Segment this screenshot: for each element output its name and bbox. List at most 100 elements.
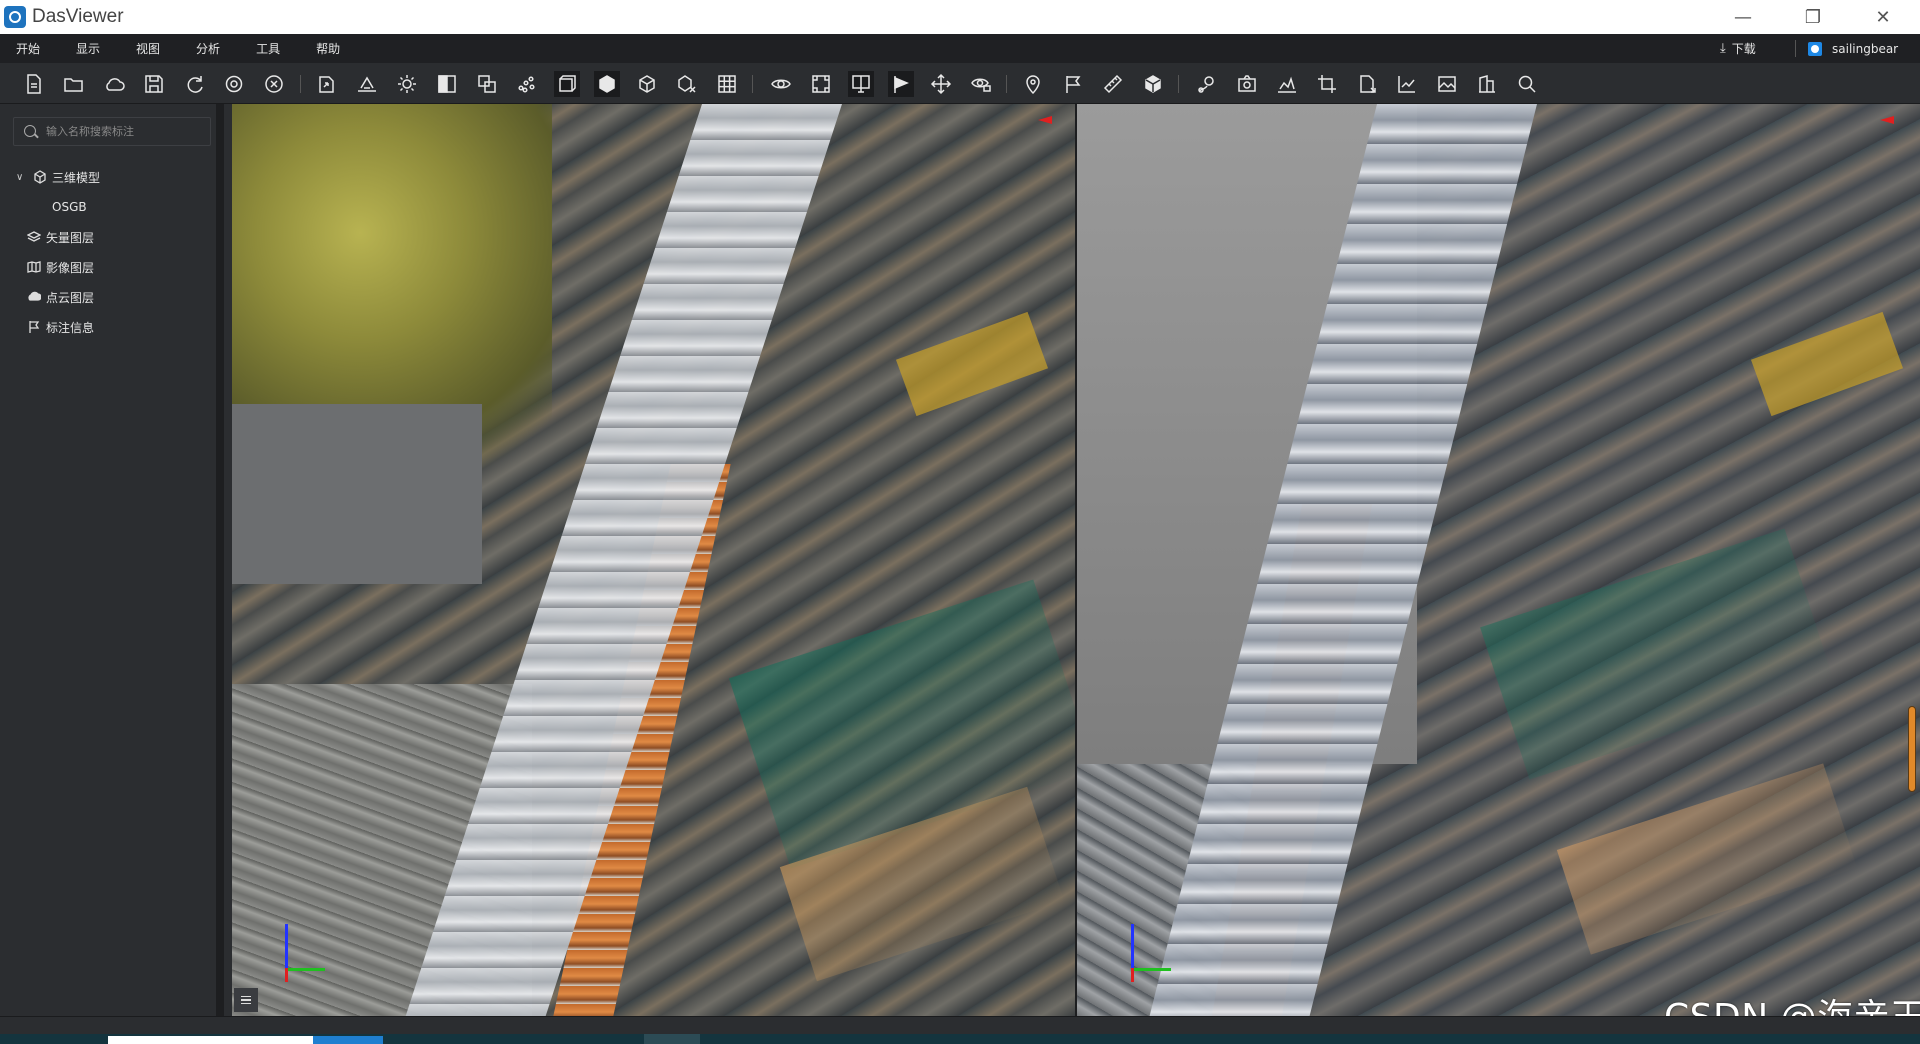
menu-display[interactable]: 显示 (76, 40, 100, 57)
tree-item-label: 标注信息 (46, 320, 95, 335)
vector-layer-icon (26, 229, 42, 245)
compass-icon[interactable] (1880, 116, 1894, 124)
refresh-icon[interactable] (181, 71, 207, 97)
download-button[interactable]: ⤓ 下载 (1720, 34, 1756, 63)
close-circle-icon[interactable] (261, 71, 287, 97)
open-folder-icon[interactable] (61, 71, 87, 97)
minimize-icon[interactable]: — (1708, 0, 1778, 34)
shading-icon[interactable] (434, 71, 460, 97)
os-taskbar (0, 1034, 1920, 1044)
search-icon[interactable] (1514, 71, 1540, 97)
sky-patch (232, 404, 482, 584)
compass-icon[interactable] (1038, 116, 1052, 124)
menu-divider (1795, 40, 1796, 57)
zoom-slider-handle[interactable] (1908, 706, 1916, 792)
viewport-menu-button[interactable] (234, 988, 258, 1012)
camera-icon[interactable] (1234, 71, 1260, 97)
app-title: DasViewer (32, 6, 124, 27)
route-pin-icon[interactable] (1194, 71, 1220, 97)
toolbar-divider (300, 75, 301, 93)
menu-help[interactable]: 帮助 (316, 40, 340, 57)
sun-icon[interactable] (394, 71, 420, 97)
toolbar-divider (752, 75, 753, 93)
profile-icon[interactable] (1274, 71, 1300, 97)
menu-analysis[interactable]: 分析 (196, 40, 220, 57)
user-account[interactable]: sailingbear (1808, 34, 1898, 63)
toolbar-divider (1006, 75, 1007, 93)
location-pin-icon[interactable] (1020, 71, 1046, 97)
taskbar-item[interactable] (108, 1036, 313, 1044)
x-axis (1131, 968, 1134, 982)
box-view-icon[interactable] (554, 71, 580, 97)
chevron-down-icon[interactable]: ∨ (16, 172, 26, 183)
menu-start[interactable]: 开始 (16, 40, 40, 57)
tree-item-annotation[interactable]: 标注信息 (0, 312, 216, 342)
flag-play-icon[interactable] (888, 71, 914, 97)
menu-bar: 开始 显示 视图 分析 工具 帮助 ⤓ 下载 sailingbear (0, 34, 1920, 63)
grid-icon[interactable] (714, 71, 740, 97)
search-icon (22, 123, 40, 141)
crop-icon[interactable] (1314, 71, 1340, 97)
close-icon[interactable]: ✕ (1848, 0, 1918, 34)
y-axis (285, 968, 325, 971)
toolbar (0, 63, 1920, 104)
tree-item-label: 矢量图层 (46, 230, 95, 245)
x-axis (285, 968, 288, 982)
layers-icon[interactable] (474, 71, 500, 97)
list-icon (241, 996, 251, 1004)
image-icon[interactable] (1434, 71, 1460, 97)
annotation-icon (26, 319, 42, 335)
download-label: 下载 (1731, 42, 1756, 56)
download-icon: ⤓ (1720, 41, 1726, 56)
viewport-left[interactable] (232, 104, 1075, 1016)
building-icon[interactable] (1474, 71, 1500, 97)
search-input[interactable] (46, 125, 206, 138)
image-layer-icon (26, 259, 42, 275)
save-icon[interactable] (141, 71, 167, 97)
ruler-icon[interactable] (1100, 71, 1126, 97)
cloud-icon[interactable] (101, 71, 127, 97)
viewport-right[interactable] (1077, 104, 1920, 1016)
tree-item-vector-layer[interactable]: 矢量图层 (0, 222, 216, 252)
menu-view[interactable]: 视图 (136, 40, 160, 57)
y-axis (1131, 968, 1171, 971)
taskbar-item-active[interactable] (313, 1036, 383, 1044)
chart-export-icon[interactable] (1394, 71, 1420, 97)
point-cloud-icon[interactable] (514, 71, 540, 97)
tree-item-osgb[interactable]: OSGB (0, 192, 216, 222)
tree-item-label: 点云图层 (46, 290, 95, 305)
status-bar (0, 1016, 1920, 1034)
z-axis (1131, 924, 1134, 972)
new-file-icon[interactable] (21, 71, 47, 97)
move-icon[interactable] (928, 71, 954, 97)
tree-item-3d-model[interactable]: ∨ 三维模型 (0, 162, 216, 192)
z-axis (285, 924, 288, 972)
eye-lock-icon[interactable] (968, 71, 994, 97)
tree-item-image-layer[interactable]: 影像图层 (0, 252, 216, 282)
annotation-flag-icon[interactable] (1060, 71, 1086, 97)
doc-export-icon[interactable] (1354, 71, 1380, 97)
export-icon[interactable] (314, 71, 340, 97)
frame-icon[interactable] (808, 71, 834, 97)
tree-item-label: 三维模型 (52, 170, 101, 185)
restore-icon[interactable]: ❐ (1778, 0, 1848, 34)
tree-item-point-cloud-layer[interactable]: 点云图层 (0, 282, 216, 312)
app-logo-icon (4, 6, 26, 28)
cube-remove-icon[interactable] (674, 71, 700, 97)
split-view-icon[interactable] (848, 71, 874, 97)
eye-orbit-icon[interactable] (768, 71, 794, 97)
menu-tools[interactable]: 工具 (256, 40, 280, 57)
solid-cube-icon[interactable] (594, 71, 620, 97)
point-cloud-layer-icon (26, 289, 42, 305)
toolbar-divider (1178, 75, 1179, 93)
volume-cube-icon[interactable] (1140, 71, 1166, 97)
layer-tree: ∨ 三维模型 OSGB 矢量图层 影像图层 点云图层 标注信息 (0, 162, 216, 342)
taskbar-item[interactable] (644, 1034, 700, 1044)
settings-icon[interactable] (221, 71, 247, 97)
annotation-search[interactable] (13, 117, 211, 146)
wire-cube-icon[interactable] (634, 71, 660, 97)
terrain-icon[interactable] (354, 71, 380, 97)
cube-icon (32, 169, 48, 185)
tree-item-label: OSGB (52, 200, 87, 214)
tree-item-label: 影像图层 (46, 260, 95, 275)
